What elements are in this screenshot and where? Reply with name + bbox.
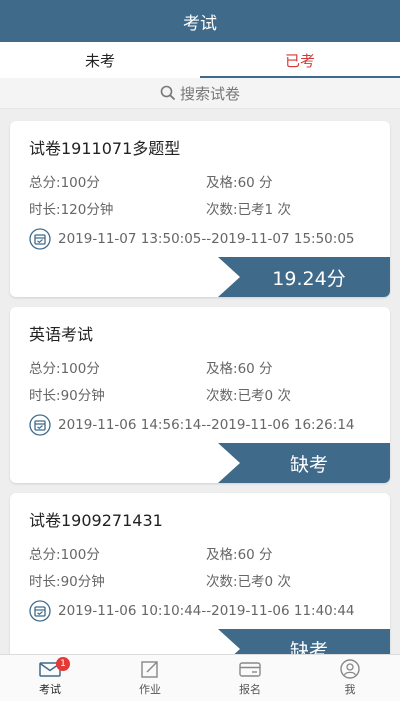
user-icon: [340, 659, 360, 679]
search-bar[interactable]: 搜索试卷: [0, 78, 400, 109]
app-header: 考试: [0, 0, 400, 42]
nav-homework[interactable]: 作业: [100, 655, 200, 701]
tab-not-taken[interactable]: 未考: [0, 42, 200, 78]
search-icon: [160, 85, 176, 101]
edit-icon: [141, 661, 158, 678]
pass-value: 60 分: [237, 361, 273, 377]
exam-list[interactable]: 试卷1911071多题型 总分:100分 及格:60 分 时长:120分钟 次数…: [0, 108, 400, 654]
duration-value: 120分钟: [60, 202, 114, 218]
exam-title: 试卷1911071多题型: [29, 139, 181, 158]
total-label: 总分:: [29, 547, 61, 563]
absent-badge: 缺考: [218, 629, 390, 654]
score-value: 19.24分: [272, 267, 346, 290]
duration-label: 时长:: [29, 388, 61, 404]
pass-label: 及格:: [206, 361, 238, 377]
duration: 时长:90分钟: [29, 384, 105, 404]
attempts-label: 次数:: [206, 388, 238, 404]
duration: 时长:120分钟: [29, 198, 113, 218]
attempts: 次数:已考1 次: [206, 198, 291, 218]
duration-label: 时长:: [29, 574, 61, 590]
calendar-icon: [29, 228, 51, 250]
time-range: 2019-11-06 14:56:14--2019-11-06 16:26:14: [58, 417, 355, 433]
tab-bar: 未考 已考: [0, 42, 400, 78]
tab-taken[interactable]: 已考: [200, 42, 400, 78]
nav-registration[interactable]: 报名: [200, 655, 300, 701]
exam-title: 试卷1909271431: [29, 511, 163, 530]
pass-score: 及格:60 分: [206, 543, 273, 563]
total-value: 100分: [60, 175, 100, 191]
time-range-row: 2019-11-06 10:10:44--2019-11-06 11:40:44: [29, 600, 355, 622]
pass-value: 60 分: [237, 547, 273, 563]
duration-value: 90分钟: [60, 388, 105, 404]
page-title: 考试: [183, 13, 217, 34]
duration-value: 90分钟: [60, 574, 105, 590]
total-score: 总分:100分: [29, 171, 100, 191]
result-value: 缺考: [289, 453, 328, 476]
total-value: 100分: [60, 547, 100, 563]
calendar-icon: [29, 600, 51, 622]
pass-value: 60 分: [237, 175, 273, 191]
attempts: 次数:已考0 次: [206, 384, 291, 404]
attempts-label: 次数:: [206, 202, 238, 218]
pass-score: 及格:60 分: [206, 171, 273, 191]
attempts-value: 已考0 次: [237, 388, 291, 404]
exam-card[interactable]: 试卷1909271431 总分:100分 及格:60 分 时长:90分钟 次数:…: [10, 493, 390, 654]
result-value: 缺考: [289, 639, 328, 655]
total-value: 100分: [60, 361, 100, 377]
pass-label: 及格:: [206, 175, 238, 191]
attempts: 次数:已考0 次: [206, 570, 291, 590]
nav-me[interactable]: 我: [300, 655, 400, 701]
duration-label: 时长:: [29, 202, 61, 218]
attempts-value: 已考0 次: [237, 574, 291, 590]
bottom-nav: 1 考试 作业 报名 我: [0, 654, 400, 701]
nav-label: 报名: [239, 683, 261, 696]
attempts-label: 次数:: [206, 574, 238, 590]
pass-label: 及格:: [206, 547, 238, 563]
card-icon: [239, 662, 261, 677]
notification-badge: 1: [56, 657, 70, 671]
time-range-row: 2019-11-07 13:50:05--2019-11-07 15:50:05: [29, 228, 355, 250]
exam-title: 英语考试: [29, 325, 94, 344]
absent-badge: 缺考: [218, 443, 390, 483]
nav-label: 我: [344, 683, 356, 696]
pass-score: 及格:60 分: [206, 357, 273, 377]
nav-exam[interactable]: 1 考试: [0, 655, 100, 701]
attempts-value: 已考1 次: [237, 202, 291, 218]
search-placeholder: 搜索试卷: [179, 84, 240, 103]
nav-label: 考试: [39, 683, 61, 696]
tab-label: 未考: [84, 51, 115, 70]
time-range-row: 2019-11-06 14:56:14--2019-11-06 16:26:14: [29, 414, 355, 436]
score-badge: 19.24分: [218, 257, 390, 297]
exam-card[interactable]: 试卷1911071多题型 总分:100分 及格:60 分 时长:120分钟 次数…: [10, 121, 390, 297]
time-range: 2019-11-07 13:50:05--2019-11-07 15:50:05: [58, 231, 355, 247]
time-range: 2019-11-06 10:10:44--2019-11-06 11:40:44: [58, 603, 355, 619]
total-label: 总分:: [29, 175, 61, 191]
total-score: 总分:100分: [29, 357, 100, 377]
total-label: 总分:: [29, 361, 61, 377]
exam-card[interactable]: 英语考试 总分:100分 及格:60 分 时长:90分钟 次数:已考0 次 20…: [10, 307, 390, 483]
total-score: 总分:100分: [29, 543, 100, 563]
nav-label: 作业: [139, 683, 161, 696]
calendar-icon: [29, 414, 51, 436]
duration: 时长:90分钟: [29, 570, 105, 590]
tab-label: 已考: [284, 51, 315, 70]
